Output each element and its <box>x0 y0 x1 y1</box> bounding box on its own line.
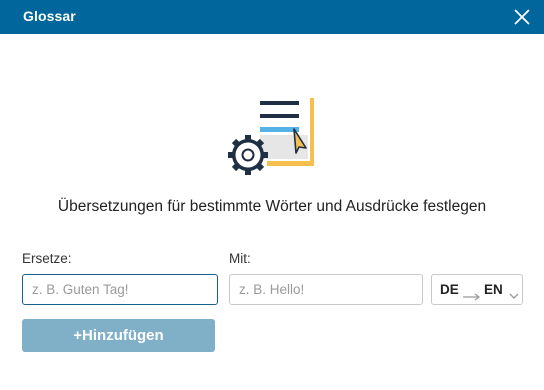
dialog-heading: Übersetzungen für bestimmte Wörter und A… <box>57 198 487 215</box>
replace-input[interactable] <box>22 274 218 305</box>
language-pair-select[interactable]: DE EN <box>431 274 523 305</box>
target-language: EN <box>484 282 503 297</box>
arrow-right-icon <box>463 288 481 306</box>
dialog-title: Glossar <box>23 8 76 24</box>
glossary-dialog: Glossar Übersetzungen für bestimmte Wört… <box>0 0 544 390</box>
replace-label: Ersetze: <box>22 251 72 266</box>
chevron-down-icon <box>509 287 519 305</box>
source-language: DE <box>440 282 459 297</box>
add-button[interactable]: +Hinzufügen <box>22 319 215 352</box>
dialog-titlebar: Glossar <box>0 0 544 34</box>
close-icon[interactable] <box>510 5 534 29</box>
with-label: Mit: <box>229 251 251 266</box>
with-input[interactable] <box>229 274 423 305</box>
glossary-settings-illustration <box>220 95 320 180</box>
